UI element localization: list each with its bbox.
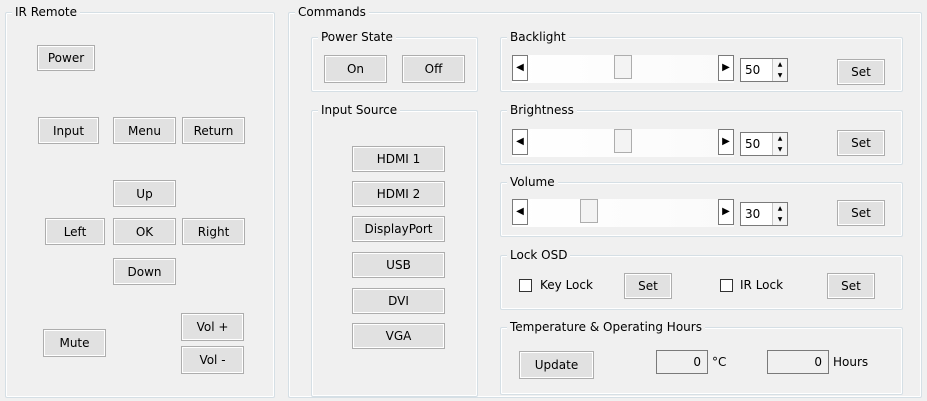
lock-osd-title: Lock OSD	[507, 248, 571, 262]
volume-title: Volume	[507, 175, 558, 189]
arrow-left-icon[interactable]: ◀	[512, 55, 528, 81]
arrow-left-icon[interactable]: ◀	[512, 129, 528, 155]
right-button[interactable]: Right	[182, 218, 245, 245]
hours-field: 0	[767, 350, 829, 374]
ok-button[interactable]: OK	[113, 218, 176, 245]
power-button[interactable]: Power	[37, 45, 95, 71]
temperature-unit: °C	[712, 355, 727, 369]
brightness-set-button[interactable]: Set	[837, 130, 885, 156]
source-dvi-button[interactable]: DVI	[352, 288, 445, 314]
backlight-set-button[interactable]: Set	[837, 59, 885, 85]
brightness-spinbox[interactable]: 50 ▲ ▼	[740, 132, 788, 156]
ir-remote-title: IR Remote	[12, 5, 80, 19]
vol-up-button[interactable]: Vol +	[181, 313, 244, 341]
key-lock-checkbox[interactable]	[519, 279, 532, 292]
brightness-slider-thumb[interactable]	[614, 129, 632, 153]
backlight-slider-thumb[interactable]	[614, 55, 632, 79]
source-displayport-button[interactable]: DisplayPort	[352, 216, 445, 242]
power-on-button[interactable]: On	[324, 55, 387, 83]
update-button[interactable]: Update	[519, 351, 594, 379]
commands-title: Commands	[295, 5, 369, 19]
backlight-slider[interactable]: ◀ ▶	[512, 55, 734, 83]
input-source-title: Input Source	[318, 103, 401, 117]
mute-button[interactable]: Mute	[43, 329, 106, 357]
down-button[interactable]: Down	[113, 258, 176, 285]
arrow-right-icon[interactable]: ▶	[718, 55, 734, 81]
key-lock-set-button[interactable]: Set	[624, 273, 672, 299]
hours-unit: Hours	[833, 355, 869, 369]
spin-down-icon[interactable]: ▼	[773, 70, 787, 81]
return-button[interactable]: Return	[182, 117, 245, 144]
brightness-slider[interactable]: ◀ ▶	[512, 129, 734, 157]
source-vga-button[interactable]: VGA	[352, 323, 445, 349]
key-lock-label[interactable]: Key Lock	[540, 278, 593, 292]
arrow-left-icon[interactable]: ◀	[512, 199, 528, 225]
power-off-button[interactable]: Off	[402, 55, 465, 83]
source-hdmi1-button[interactable]: HDMI 1	[352, 146, 445, 172]
source-hdmi2-button[interactable]: HDMI 2	[352, 181, 445, 207]
brightness-value[interactable]: 50	[745, 137, 760, 151]
power-state-title: Power State	[318, 30, 396, 44]
backlight-title: Backlight	[507, 30, 569, 44]
spin-down-icon[interactable]: ▼	[773, 144, 787, 155]
up-button[interactable]: Up	[113, 180, 176, 207]
arrow-right-icon[interactable]: ▶	[718, 199, 734, 225]
arrow-right-icon[interactable]: ▶	[718, 129, 734, 155]
spin-down-icon[interactable]: ▼	[773, 214, 787, 225]
ir-lock-set-button[interactable]: Set	[827, 273, 875, 299]
volume-slider[interactable]: ◀ ▶	[512, 199, 734, 227]
volume-slider-thumb[interactable]	[579, 199, 598, 223]
volume-spinbox[interactable]: 30 ▲ ▼	[740, 202, 788, 226]
temp-hours-title: Temperature & Operating Hours	[507, 320, 705, 334]
spin-up-icon[interactable]: ▲	[773, 59, 787, 70]
spin-up-icon[interactable]: ▲	[773, 133, 787, 144]
ir-lock-label[interactable]: IR Lock	[740, 278, 783, 292]
source-usb-button[interactable]: USB	[352, 252, 445, 278]
ir-lock-checkbox[interactable]	[720, 279, 733, 292]
left-button[interactable]: Left	[45, 218, 105, 245]
backlight-spinbox[interactable]: 50 ▲ ▼	[740, 58, 788, 82]
temperature-field: 0	[656, 350, 708, 374]
menu-button[interactable]: Menu	[113, 117, 176, 144]
brightness-title: Brightness	[507, 103, 577, 117]
spin-up-icon[interactable]: ▲	[773, 203, 787, 214]
volume-set-button[interactable]: Set	[837, 200, 885, 226]
volume-value[interactable]: 30	[745, 207, 760, 221]
input-button[interactable]: Input	[38, 117, 99, 144]
vol-down-button[interactable]: Vol -	[181, 346, 244, 374]
backlight-value[interactable]: 50	[745, 63, 760, 77]
